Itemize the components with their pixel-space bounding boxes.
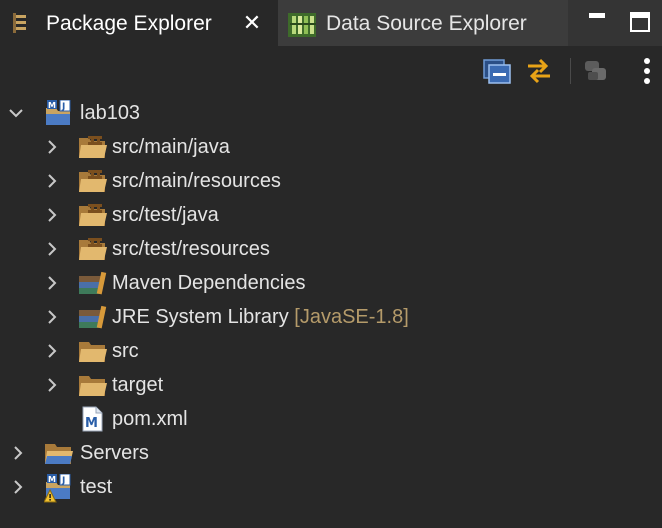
- minimize-icon[interactable]: [588, 12, 606, 35]
- tree-item-src-main-resources[interactable]: src/main/resources: [0, 164, 662, 198]
- tree-item-label: src: [112, 340, 139, 362]
- chevron-right-icon[interactable]: [44, 343, 60, 359]
- data-source-explorer-icon: [286, 11, 318, 45]
- package-explorer-icon: [10, 11, 32, 41]
- chevron-right-icon[interactable]: [44, 241, 60, 257]
- tree-item-label: src/main/java: [112, 136, 230, 158]
- maven-project-icon: M J: [44, 99, 72, 126]
- tree-item-label: Servers: [80, 442, 149, 464]
- chevron-right-icon[interactable]: [10, 445, 26, 461]
- tab-label: Package Explorer: [46, 12, 212, 35]
- tree-item-src[interactable]: src: [0, 334, 662, 368]
- source-folder-icon: [78, 134, 107, 160]
- tree-item-label: src/test/resources: [112, 238, 270, 260]
- library-name: JRE System Library: [112, 306, 289, 328]
- tree-item-label: test: [80, 476, 113, 498]
- tree-item-jre-system-library[interactable]: JRE System Library [JavaSE-1.8]: [0, 300, 662, 334]
- tab-package-explorer[interactable]: Package Explorer ✕: [0, 0, 278, 46]
- source-folder-icon: [78, 168, 107, 194]
- tab-label: Data Source Explorer: [326, 12, 527, 35]
- chevron-right-icon[interactable]: [44, 207, 60, 223]
- tree-item-label: src/test/java: [112, 204, 219, 226]
- tree-item-test[interactable]: M J test: [0, 470, 662, 504]
- tree-item-servers[interactable]: Servers: [0, 436, 662, 470]
- tree-item-src-main-java[interactable]: src/main/java: [0, 130, 662, 164]
- tree-item-label: JRE System Library [JavaSE-1.8]: [112, 306, 409, 329]
- chevron-right-icon[interactable]: [44, 173, 60, 189]
- chevron-right-icon[interactable]: [10, 479, 26, 495]
- chevron-right-icon[interactable]: [44, 309, 60, 325]
- library-icon: [78, 270, 107, 296]
- svg-text:M: M: [85, 416, 98, 431]
- filter-icon[interactable]: [582, 56, 612, 86]
- view-tab-bar: Package Explorer ✕ Data Source Explorer: [0, 0, 662, 46]
- chevron-right-icon[interactable]: [44, 377, 60, 393]
- maven-file-icon: M: [80, 406, 108, 432]
- view-menu-icon[interactable]: [632, 56, 662, 86]
- svg-text:J: J: [61, 476, 65, 486]
- maximize-icon[interactable]: [630, 12, 650, 37]
- chevron-right-icon[interactable]: [44, 275, 60, 291]
- tab-data-source-explorer[interactable]: Data Source Explorer: [278, 0, 568, 46]
- tree-item-label: Maven Dependencies: [112, 272, 306, 294]
- tree-item-src-test-resources[interactable]: src/test/resources: [0, 232, 662, 266]
- toolbar-separator: [570, 58, 571, 84]
- jre-version-decoration: [JavaSE-1.8]: [294, 306, 409, 328]
- svg-text:J: J: [61, 102, 65, 112]
- source-folder-icon: [78, 236, 107, 262]
- view-toolbar: [0, 46, 662, 96]
- folder-icon: [78, 338, 107, 364]
- tree-item-label: target: [112, 374, 164, 396]
- folder-icon: [78, 372, 107, 398]
- tree-item-label: src/main/resources: [112, 170, 281, 192]
- project-folder-icon: [44, 440, 73, 466]
- tree-item-src-test-java[interactable]: src/test/java: [0, 198, 662, 232]
- library-icon: [78, 304, 107, 330]
- tree-item-maven-dependencies[interactable]: Maven Dependencies: [0, 266, 662, 300]
- link-with-editor-icon[interactable]: [524, 56, 554, 86]
- maven-project-warning-icon: M J: [43, 473, 72, 503]
- tree-item-label: lab103: [80, 102, 141, 124]
- chevron-right-icon[interactable]: [44, 139, 60, 155]
- collapse-all-icon[interactable]: [482, 56, 512, 86]
- svg-text:M: M: [48, 475, 56, 484]
- chevron-down-icon[interactable]: [8, 105, 24, 121]
- source-folder-icon: [78, 202, 107, 228]
- close-icon[interactable]: ✕: [242, 12, 262, 34]
- tree-item-target[interactable]: target: [0, 368, 662, 402]
- tree-item-lab103[interactable]: M J lab103: [0, 96, 662, 130]
- tree-item-label: pom.xml: [112, 408, 188, 430]
- svg-text:M: M: [48, 101, 56, 110]
- tree-item-pom-xml[interactable]: M pom.xml: [0, 402, 662, 436]
